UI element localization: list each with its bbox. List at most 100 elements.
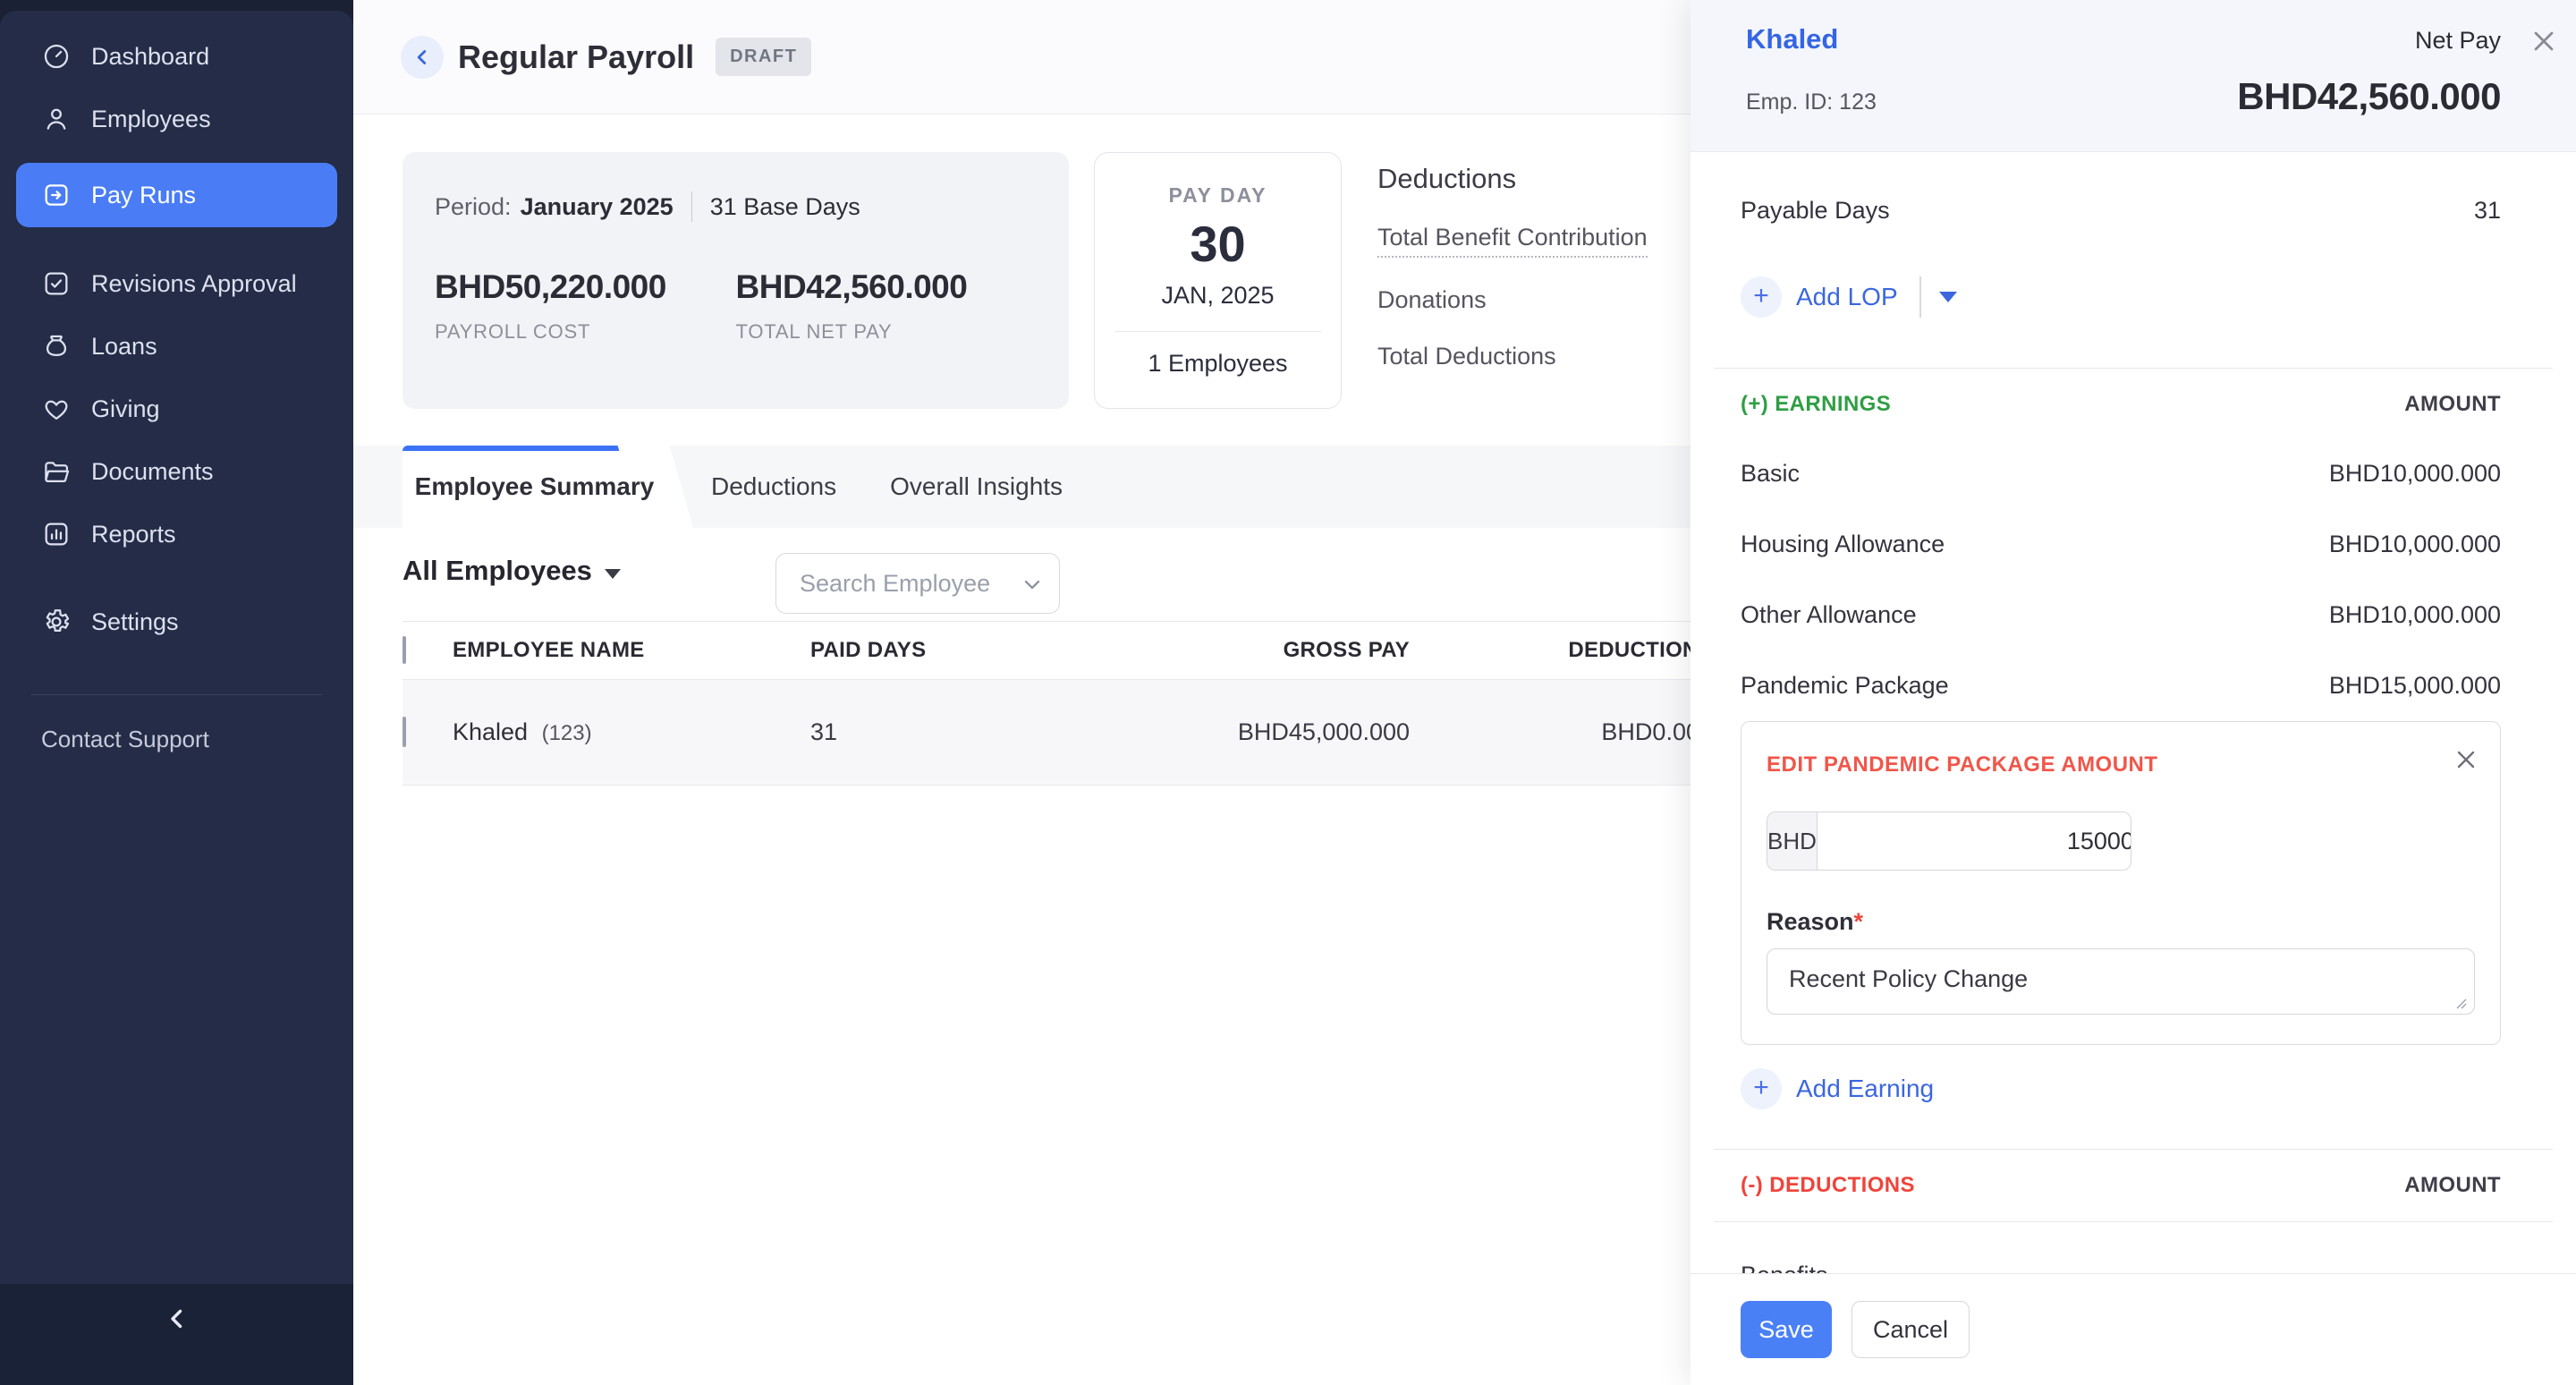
all-employees-label: All Employees [402,555,592,587]
section-divider [1714,1221,2553,1222]
reason-label: Reason [1767,908,1854,935]
sidebar: Dashboard Employees Pay Runs Revisions A… [0,0,353,1385]
sidebar-item-documents[interactable]: Documents [0,440,353,503]
amount-input-group: BHD [1767,811,2131,871]
earning-label: Housing Allowance [1741,531,1945,558]
status-badge: DRAFT [716,38,811,76]
earning-amount[interactable]: BHD15,000.000 [2329,672,2501,700]
total-deductions-label: Total Deductions [1377,343,1648,370]
gauge-icon [41,41,72,72]
payable-days-label: Payable Days [1741,197,1890,225]
employee-table: EMPLOYEE NAME PAID DAYS GROSS PAY DEDUCT… [402,621,1713,786]
search-input[interactable] [776,554,1059,613]
earning-row: Pandemic Package BHD15,000.000 [1741,672,2501,700]
vertical-divider [1919,276,1921,318]
edit-form-title: EDIT PANDEMIC PACKAGE AMOUNT [1767,752,2475,777]
sidebar-item-settings[interactable]: Settings [0,591,353,653]
paid-days-value: 31 [810,718,1114,746]
drawer-body: Payable Days 31 + Add LOP (+) EARNINGS A… [1690,197,2576,1289]
earning-amount[interactable]: BHD10,000.000 [2329,531,2501,558]
base-days: 31 Base Days [710,193,860,221]
sidebar-item-giving[interactable]: Giving [0,378,353,440]
sidebar-item-label: Documents [91,458,214,486]
currency-prefix: BHD [1767,812,1818,870]
amount-input[interactable] [1818,812,2131,870]
close-icon [2528,25,2560,57]
back-button[interactable] [401,36,444,79]
chevron-down-icon [1020,572,1045,597]
total-net-pay-label: TOTAL NET PAY [736,320,1038,344]
people-icon [41,104,72,134]
sidebar-item-reports[interactable]: Reports [0,503,353,565]
col-gross-pay: GROSS PAY [1114,638,1410,663]
row-checkbox[interactable] [402,717,406,747]
add-lop-dropdown-icon[interactable] [1939,292,1957,302]
drawer-header: Khaled Net Pay Emp. ID: 123 BHD42,560.00… [1690,0,2576,152]
deductions-summary-title: Deductions [1377,163,1648,195]
payable-days-value: 31 [2474,197,2501,225]
pay-day-month-year: JAN, 2025 [1095,282,1341,310]
drawer-employee-name[interactable]: Khaled [1746,23,1838,55]
tab-label: Employee Summary [415,472,655,501]
all-employees-dropdown[interactable]: All Employees [402,555,621,587]
sidebar-nav: Dashboard Employees Pay Runs Revisions A… [0,11,353,753]
total-benefit-contribution-link[interactable]: Total Benefit Contribution [1377,224,1648,258]
sidebar-item-label: Employees [91,106,211,133]
employee-id: Emp. ID: 123 [1746,89,1877,115]
add-earning-row: + Add Earning [1741,1068,2501,1109]
contact-support-link[interactable]: Contact Support [0,695,353,753]
col-paid-days: PAID DAYS [810,638,1114,663]
plus-icon[interactable]: + [1741,1068,1782,1109]
employee-name[interactable]: Khaled [453,718,528,745]
tab-employee-summary[interactable]: Employee Summary [402,446,666,528]
close-icon [2452,745,2480,774]
table-header-row: EMPLOYEE NAME PAID DAYS GROSS PAY DEDUCT… [402,621,1713,680]
payroll-cost-label: PAYROLL COST [435,320,736,344]
net-pay-label: Net Pay [2415,27,2501,55]
loans-icon [41,331,72,361]
col-deductions: DEDUCTIONS [1410,638,1713,663]
tab-overall-insights[interactable]: Overall Insights [863,446,1089,528]
earning-row: Basic BHD10,000.000 [1741,460,2501,488]
divider [1114,331,1321,332]
select-all-checkbox[interactable] [402,636,406,664]
documents-icon [41,456,72,487]
resize-handle-icon[interactable] [2455,998,2468,1010]
sidebar-item-pay-runs[interactable]: Pay Runs [16,163,337,227]
earning-amount[interactable]: BHD10,000.000 [2329,460,2501,488]
earning-label: Basic [1741,460,1800,488]
reports-icon [41,519,72,549]
deductions-summary: Deductions Total Benefit Contribution Do… [1377,152,1648,370]
net-pay-value: BHD42,560.000 [2237,75,2501,118]
sidebar-item-label: Pay Runs [91,182,196,209]
plus-icon[interactable]: + [1741,276,1782,318]
caret-down-icon [605,569,621,579]
sidebar-item-dashboard[interactable]: Dashboard [0,25,353,88]
reason-textarea[interactable]: Recent Policy Change [1767,948,2475,1015]
pay-day-card: PAY DAY 30 JAN, 2025 1 Employees [1094,152,1342,409]
add-lop-button[interactable]: Add LOP [1796,283,1898,311]
cancel-button[interactable]: Cancel [1852,1301,1970,1358]
page-title: Regular Payroll [458,38,694,76]
add-earning-button[interactable]: Add Earning [1796,1075,1934,1103]
sidebar-collapse-button[interactable] [0,1284,353,1385]
save-button[interactable]: Save [1741,1301,1832,1358]
employee-search [775,553,1060,614]
tab-deductions[interactable]: Deductions [684,446,863,528]
required-marker: * [1854,908,1864,935]
drawer-footer: Save Cancel [1690,1273,2576,1385]
sidebar-panel: Dashboard Employees Pay Runs Revisions A… [0,11,353,1385]
sidebar-item-loans[interactable]: Loans [0,315,353,378]
pay-day-number: 30 [1095,215,1341,273]
table-row[interactable]: Khaled (123) 31 BHD45,000.000 BHD0.000 [402,680,1713,786]
deductions-section-title: (-) DEDUCTIONS [1741,1173,1915,1198]
gross-pay-value: BHD45,000.000 [1114,718,1410,746]
earning-amount[interactable]: BHD10,000.000 [2329,601,2501,629]
sidebar-item-employees[interactable]: Employees [0,88,353,150]
drawer-close-button[interactable] [2528,25,2560,57]
earnings-section-title: (+) EARNINGS [1741,392,1891,417]
sidebar-item-label: Loans [91,333,157,361]
earning-row: Housing Allowance BHD10,000.000 [1741,531,2501,558]
edit-form-close-button[interactable] [2452,745,2480,774]
sidebar-item-revisions-approval[interactable]: Revisions Approval [0,252,353,315]
